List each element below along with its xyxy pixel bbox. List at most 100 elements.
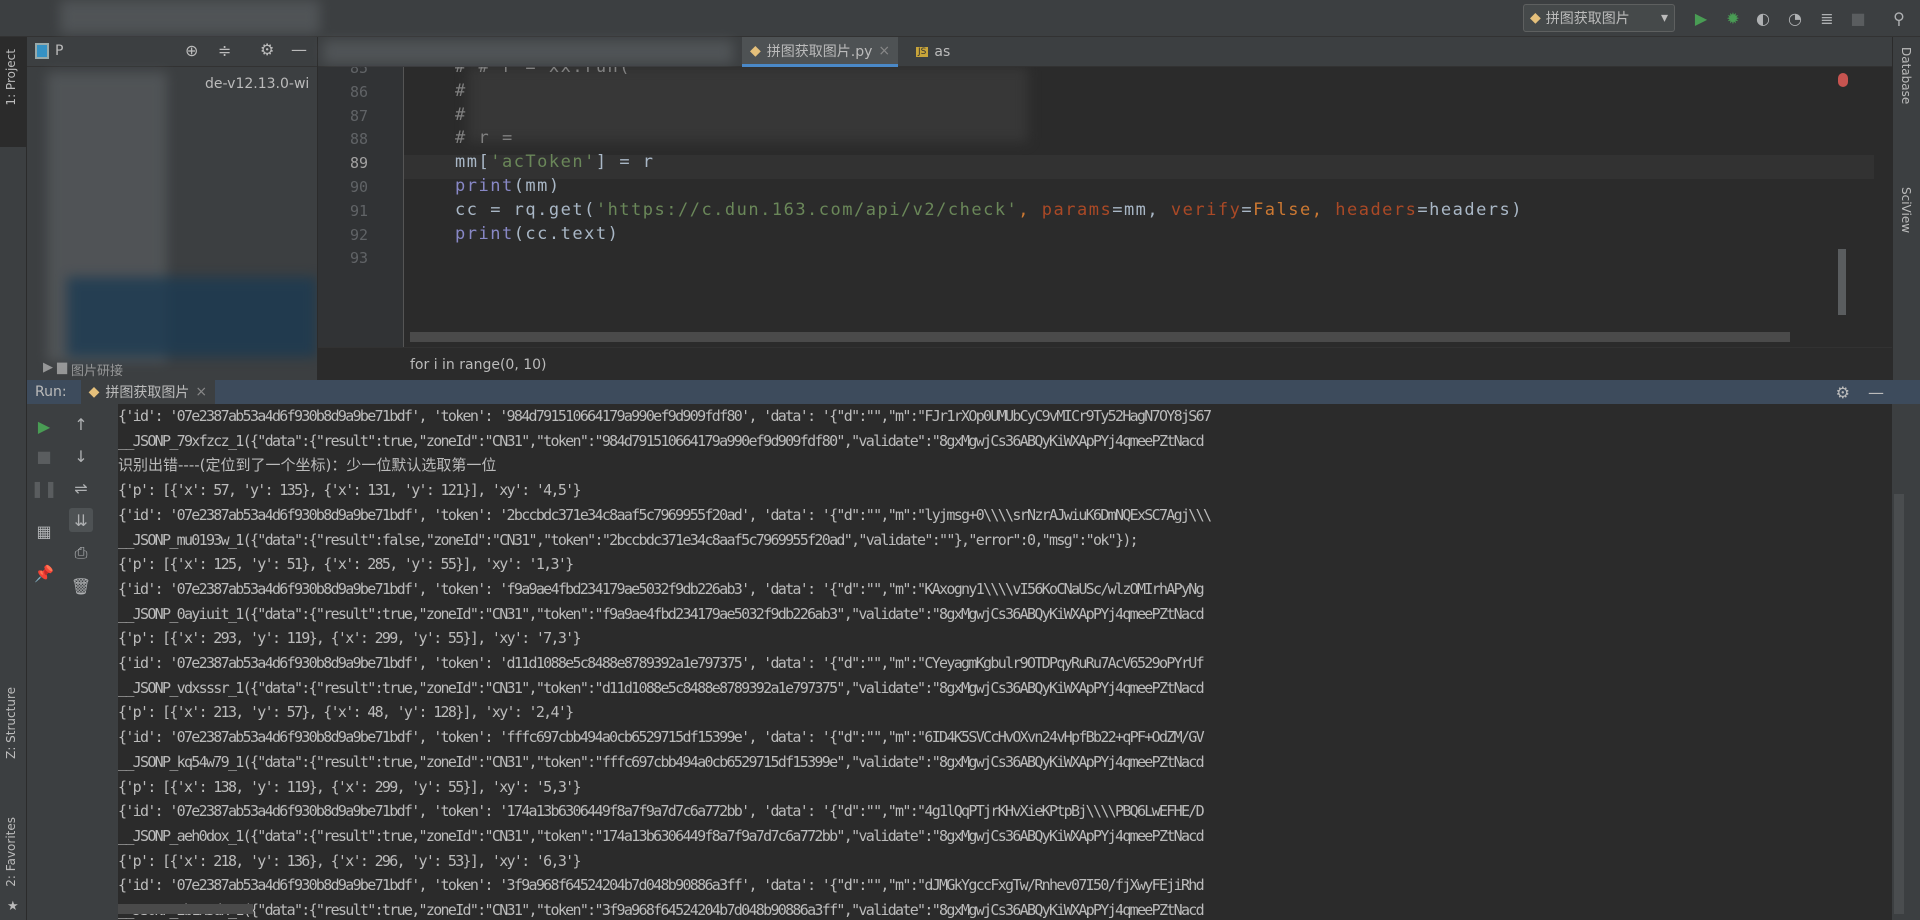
console-line: {'id': '07e2387ab53a4d6f930b8d9a9be71bdf… xyxy=(118,505,1212,524)
main-toolbar: ◆ 拼图获取图片 ▾ ▶ ✹ ◐ ◔ ≣ ■ ⚲ xyxy=(0,0,1920,37)
console-line: __JSONP_mu0193w_1({"data":{"result":fals… xyxy=(118,530,1139,549)
code-token: headers xyxy=(1335,200,1418,220)
stop-icon[interactable]: ■ xyxy=(1847,7,1869,29)
code-token: (mm) xyxy=(513,176,561,196)
trash-icon[interactable]: 🗑 xyxy=(69,574,93,598)
star-icon: ★ xyxy=(7,899,19,914)
run-icon[interactable]: ▶ xyxy=(1690,7,1712,29)
code-token: , xyxy=(1311,200,1336,220)
editor-horizontal-scrollbar[interactable] xyxy=(410,332,1790,342)
minimize-icon[interactable]: — xyxy=(1868,383,1884,402)
code-line-86: # xyxy=(455,81,467,101)
left-tool-strip: 1: Project Z: Structure 2: Favorites ★ xyxy=(0,37,27,920)
tree-item-folder[interactable]: ▶ ▆ 图片研接 xyxy=(43,360,123,379)
tab-label: as xyxy=(934,44,951,60)
tree-item-path[interactable]: de-v12.13.0-wi xyxy=(205,76,309,92)
code-token: 'acToken' xyxy=(490,152,596,172)
search-icon[interactable]: ⚲ xyxy=(1888,7,1910,29)
close-icon[interactable]: × xyxy=(195,384,207,400)
console-line: {'p': [{'x': 57, 'y': 135}, {'x': 131, '… xyxy=(118,481,582,500)
print-icon[interactable]: ⎙ xyxy=(69,541,93,565)
code-token: False xyxy=(1253,200,1312,220)
stop-icon[interactable]: ■ xyxy=(32,444,56,468)
chevron-down-icon: ▾ xyxy=(1660,10,1668,26)
code-token: cc = rq.get( xyxy=(455,200,596,220)
soft-wrap-icon[interactable]: ⇌ xyxy=(69,476,93,500)
tab-puzzle-py[interactable]: ◆ 拼图获取图片.py × xyxy=(742,37,899,67)
console-line: {'p': [{'x': 125, 'y': 51}, {'x': 285, '… xyxy=(118,555,574,574)
code-token: print xyxy=(455,176,514,196)
coverage-icon[interactable]: ◐ xyxy=(1752,7,1774,29)
console-output[interactable]: {'id': '07e2387ab53a4d6f930b8d9a9be71bdf… xyxy=(118,404,1892,920)
python-icon: ◆ xyxy=(88,384,100,400)
tab-as-js[interactable]: JS as xyxy=(908,37,958,67)
pause-icon[interactable]: ❚❚ xyxy=(31,476,58,500)
console-line: __JSONP_kq54w79_1({"data":{"result":true… xyxy=(118,752,1205,771)
run-config-label: 拼图获取图片 xyxy=(1545,11,1630,27)
gear-icon[interactable]: ⚙ xyxy=(260,40,274,59)
code-line-89: mm['acToken'] = r xyxy=(455,152,655,172)
editor-vertical-scrollbar[interactable] xyxy=(1838,249,1846,315)
code-token: 'https://c.dun.163.com/api/v2/check' xyxy=(595,200,1019,220)
profile-icon[interactable]: ◔ xyxy=(1784,7,1806,29)
code-token: (cc.text) xyxy=(513,224,620,244)
console-line: {'id': '07e2387ab53a4d6f930b8d9a9be71bdf… xyxy=(118,728,1205,747)
line-number: 89 xyxy=(349,154,368,173)
console-horizontal-scrollbar[interactable] xyxy=(118,904,253,914)
line-number: 85 xyxy=(349,67,368,77)
tool-window-structure[interactable]: Z: Structure xyxy=(4,687,18,759)
run-panel-header: Run: ◆ 拼图获取图片 × ⚙ — xyxy=(27,380,1920,404)
code-line-85: # # r = xx.run( xyxy=(455,67,632,77)
line-number: 91 xyxy=(349,201,368,220)
console-vertical-scrollbar[interactable] xyxy=(1894,494,1904,914)
pin-icon[interactable]: 📌 xyxy=(32,561,56,585)
console-line: {'p': [{'x': 293, 'y': 119}, {'x': 299, … xyxy=(118,629,582,648)
layout-icon[interactable]: ▦ xyxy=(32,519,56,543)
console-line: {'id': '07e2387ab53a4d6f930b8d9a9be71bdf… xyxy=(118,876,1205,895)
collapse-all-icon[interactable]: ≑ xyxy=(218,41,231,60)
code-line-91: cc = rq.get('https://c.dun.163.com/api/v… xyxy=(455,200,1523,220)
close-icon[interactable]: × xyxy=(878,43,890,59)
tool-window-sciview[interactable]: SciView xyxy=(1899,187,1913,233)
error-indicator-icon[interactable] xyxy=(1838,73,1848,87)
run-tab[interactable]: ◆ 拼图获取图片 × xyxy=(80,380,216,404)
code-line-92: print(cc.text) xyxy=(455,224,619,244)
debug-icon[interactable]: ✹ xyxy=(1722,7,1744,29)
js-file-icon: JS xyxy=(916,47,929,57)
console-line: {'p': [{'x': 138, 'y': 119}, {'x': 299, … xyxy=(118,777,582,796)
code-token: params xyxy=(1041,200,1113,220)
code-token: =headers) xyxy=(1417,200,1524,220)
blurred-region xyxy=(60,0,320,34)
project-title[interactable]: P xyxy=(55,43,63,59)
folder-icon: ▆ xyxy=(57,360,67,375)
tool-window-favorites[interactable]: 2: Favorites xyxy=(4,817,18,887)
tool-window-database[interactable]: Database xyxy=(1899,47,1913,104)
console-line: __JSONP_0ayiuit_1({"data":{"result":true… xyxy=(118,604,1205,623)
scroll-to-end-icon[interactable]: ⇊ xyxy=(69,508,93,532)
console-line: {'id': '07e2387ab53a4d6f930b8d9a9be71bdf… xyxy=(118,802,1205,821)
arrow-up-icon[interactable]: ↑ xyxy=(69,412,93,436)
code-editor[interactable]: 85 86 87 88 89 90 91 92 93 # # r = xx.run( # # #… xyxy=(318,67,1892,347)
concurrency-icon[interactable]: ≣ xyxy=(1816,7,1838,29)
code-line-87: # xyxy=(455,105,467,125)
locate-icon[interactable]: ⊕ xyxy=(185,41,198,60)
code-token: print xyxy=(455,224,514,244)
project-icon xyxy=(35,43,49,59)
arrow-down-icon[interactable]: ↓ xyxy=(69,444,93,468)
minimize-icon[interactable]: — xyxy=(291,40,307,59)
editor-tabs: ◆ 拼图获取图片.py × JS as xyxy=(318,37,1892,67)
run-toolbar: ▶ ■ ❚❚ ▦ 📌 ↑ ↓ ⇌ ⇊ ⎙ 🗑 xyxy=(27,404,118,920)
tool-window-project[interactable]: 1: Project xyxy=(4,49,18,106)
code-token: verify xyxy=(1170,200,1242,220)
console-line: __JSONP_79xfzcz_1({"data":{"result":true… xyxy=(118,431,1205,450)
line-number: 93 xyxy=(349,249,368,268)
breadcrumb[interactable]: for i in range(0, 10) xyxy=(318,347,1892,380)
line-number: 87 xyxy=(349,106,368,125)
code-token: = xyxy=(1241,200,1254,220)
rerun-icon[interactable]: ▶ xyxy=(32,414,56,438)
code-line-88: # r = xyxy=(455,128,514,148)
run-configuration-dropdown[interactable]: ◆ 拼图获取图片 ▾ xyxy=(1523,4,1675,32)
gear-icon[interactable]: ⚙ xyxy=(1836,383,1850,402)
console-line: {'p': [{'x': 213, 'y': 57}, {'x': 48, 'y… xyxy=(118,703,574,722)
line-gutter: 85 86 87 88 89 90 91 92 93 xyxy=(318,67,404,347)
